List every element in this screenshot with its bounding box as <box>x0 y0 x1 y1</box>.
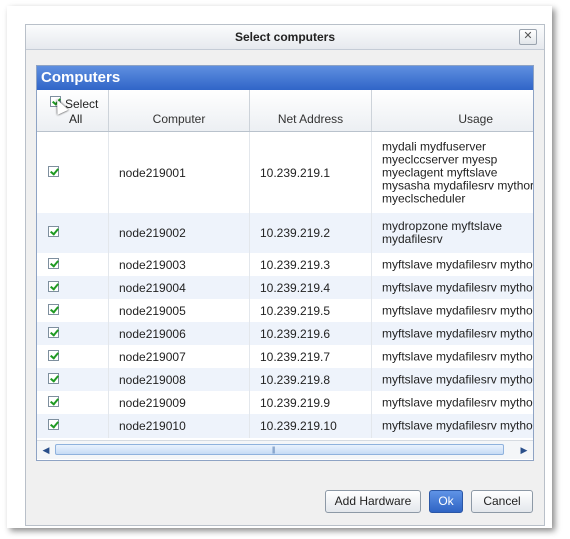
panel-header: Computers <box>37 66 533 90</box>
row-checkbox[interactable] <box>48 326 59 338</box>
net-address-cell: 10.239.219.2 <box>260 226 331 240</box>
computers-panel: Computers Select All Computer Net Addres… <box>36 65 534 461</box>
computer-cell: node219003 <box>119 257 186 272</box>
column-header-computer[interactable]: Computer <box>109 90 250 131</box>
table-row[interactable]: node219001 10.239.219.1 mydali mydfuserv… <box>37 132 533 213</box>
add-hardware-button[interactable]: Add Hardware <box>325 490 421 513</box>
row-checkbox[interactable] <box>48 280 59 292</box>
cancel-button[interactable]: Cancel <box>471 490 533 513</box>
row-checkbox[interactable] <box>48 303 59 315</box>
usage-cell: myftslave mydafilesrv mythor <box>382 395 533 409</box>
usage-cell: myftslave mydafilesrv mythor <box>382 326 533 340</box>
usage-cell: mydali mydfuserver myeclccserver myesp m… <box>382 139 533 205</box>
net-address-cell: 10.239.219.5 <box>260 303 331 318</box>
close-icon[interactable]: ✕ <box>519 29 537 45</box>
net-address-cell: 10.239.219.6 <box>260 326 331 341</box>
row-checkbox[interactable] <box>48 226 59 237</box>
scrollbar-thumb[interactable]: ||| <box>55 444 504 455</box>
usage-cell: myftslave mydafilesrv mythor <box>382 257 533 271</box>
computer-cell: node219007 <box>119 349 186 364</box>
dialog-title: Select computers <box>234 30 336 44</box>
grid-body: node219001 10.239.219.1 mydali mydfuserv… <box>37 132 533 438</box>
dialog-titlebar[interactable]: Select computers ✕ <box>26 25 544 50</box>
net-address-cell: 10.239.219.1 <box>260 165 331 180</box>
table-row[interactable]: node219003 10.239.219.3 myftslave mydafi… <box>37 253 533 276</box>
scroll-right-icon[interactable]: ▶ <box>517 443 531 457</box>
net-address-cell: 10.239.219.4 <box>260 280 331 295</box>
grip-icon: ||| <box>272 447 276 454</box>
column-header-usage-label: Usage <box>458 112 493 126</box>
column-header-usage[interactable]: Usage <box>372 90 533 131</box>
table-row[interactable]: node219006 10.239.219.6 myftslave mydafi… <box>37 322 533 345</box>
usage-cell: myftslave mydafilesrv mythor <box>382 372 533 386</box>
computer-cell: node219010 <box>119 419 186 433</box>
column-header-select-all[interactable]: Select All <box>37 90 109 131</box>
select-computers-dialog: Select computers ✕ Computers Select All … <box>25 24 545 526</box>
usage-cell: myftslave mydafilesrv mythor <box>382 349 533 363</box>
table-row[interactable]: node219005 10.239.219.5 myftslave mydafi… <box>37 299 533 322</box>
computer-cell: node219001 <box>119 165 186 180</box>
net-address-cell: 10.239.219.8 <box>260 372 331 387</box>
row-checkbox[interactable] <box>48 372 59 384</box>
column-header-net-address-label: Net Address <box>277 112 344 126</box>
select-all-label-line1: Select <box>65 97 99 111</box>
row-checkbox[interactable] <box>48 395 59 407</box>
usage-cell: myftslave mydafilesrv mythor <box>382 303 533 317</box>
horizontal-scrollbar[interactable]: ◀ ||| ▶ <box>37 440 533 459</box>
row-checkbox[interactable] <box>48 165 59 177</box>
net-address-cell: 10.239.219.3 <box>260 257 331 272</box>
row-checkbox[interactable] <box>48 349 59 361</box>
table-row[interactable]: node219002 10.239.219.2 mydropzone myfts… <box>37 213 533 253</box>
net-address-cell: 10.239.219.7 <box>260 349 331 364</box>
column-header-computer-label: Computer <box>152 112 206 126</box>
row-checkbox[interactable] <box>48 419 59 430</box>
table-row[interactable]: node219007 10.239.219.7 myftslave mydafi… <box>37 345 533 368</box>
computer-cell: node219005 <box>119 303 186 318</box>
usage-cell: myftslave mydafilesrv mythor <box>382 280 533 294</box>
table-row[interactable]: node219008 10.239.219.8 myftslave mydafi… <box>37 368 533 391</box>
net-address-cell: 10.239.219.9 <box>260 395 331 410</box>
table-row[interactable]: node219010 10.239.219.10 myftslave mydaf… <box>37 414 533 438</box>
usage-cell: mydropzone myftslave mydafilesrv <box>382 219 503 246</box>
grid-header: Select All Computer Net Address Usage <box>37 90 533 132</box>
computer-cell: node219006 <box>119 326 186 341</box>
net-address-cell: 10.239.219.10 <box>260 419 337 433</box>
computer-cell: node219002 <box>119 226 186 240</box>
column-header-net-address[interactable]: Net Address <box>250 90 372 131</box>
ok-button[interactable]: Ok <box>429 490 463 513</box>
table-row[interactable]: node219009 10.239.219.9 myftslave mydafi… <box>37 391 533 414</box>
select-all-label-line2: All <box>69 112 83 126</box>
computer-cell: node219008 <box>119 372 186 387</box>
computer-cell: node219004 <box>119 280 186 295</box>
scroll-left-icon[interactable]: ◀ <box>39 443 53 457</box>
computer-cell: node219009 <box>119 395 186 410</box>
table-row[interactable]: node219004 10.239.219.4 myftslave mydafi… <box>37 276 533 299</box>
row-checkbox[interactable] <box>48 257 59 269</box>
screenshot-frame: Select computers ✕ Computers Select All … <box>7 6 552 528</box>
panel-title: Computers <box>41 69 121 86</box>
usage-cell: myftslave mydafilesrv mythor <box>382 418 533 433</box>
